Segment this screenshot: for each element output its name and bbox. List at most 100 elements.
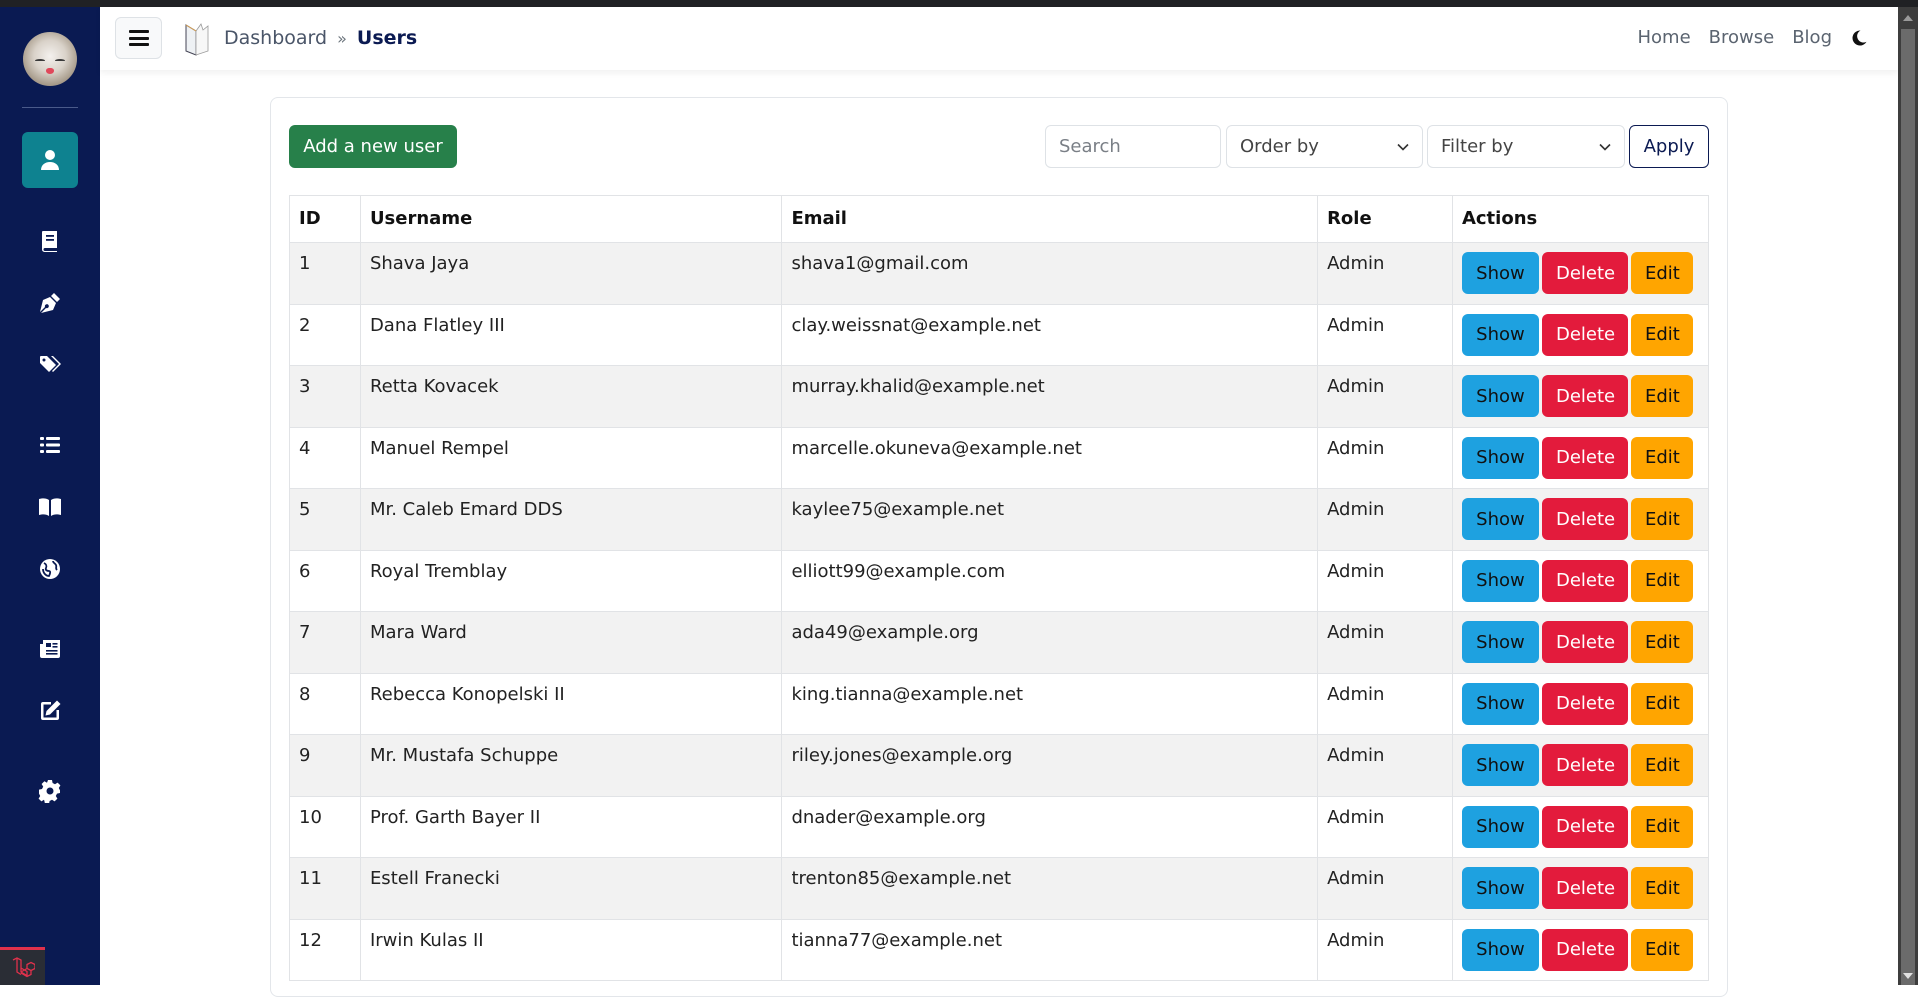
- debugbar-toggle[interactable]: [0, 947, 45, 985]
- sidebar-item-languages[interactable]: [22, 541, 78, 597]
- breadcrumb-dashboard[interactable]: Dashboard: [224, 27, 327, 49]
- cell-actions: Show Delete Edit: [1451, 672, 1710, 735]
- scrollbar-thumb[interactable]: [1901, 29, 1915, 985]
- show-button[interactable]: Show: [1461, 928, 1539, 971]
- edit-button[interactable]: Edit: [1630, 252, 1693, 294]
- column-header-username: Username: [359, 195, 783, 243]
- order-by-select[interactable]: Order by: [1226, 125, 1423, 168]
- delete-button[interactable]: Delete: [1541, 559, 1628, 602]
- dark-mode-toggle-icon[interactable]: [1850, 29, 1868, 47]
- tags-icon: [40, 356, 61, 372]
- column-header-id: ID: [289, 195, 361, 243]
- edit-button[interactable]: Edit: [1630, 682, 1693, 725]
- edit-button[interactable]: Edit: [1630, 375, 1693, 417]
- cell-id: 9: [289, 734, 361, 797]
- sidebar-item-library[interactable]: [22, 479, 78, 535]
- cell-actions: Show Delete Edit: [1451, 549, 1710, 612]
- avatar[interactable]: [23, 32, 77, 86]
- delete-button[interactable]: Delete: [1541, 313, 1628, 356]
- delete-button[interactable]: Delete: [1541, 682, 1628, 725]
- delete-button[interactable]: Delete: [1541, 744, 1628, 786]
- table-row: 6 Royal Tremblay elliott99@example.com Admi…: [289, 549, 1710, 612]
- edit-button[interactable]: Edit: [1630, 744, 1693, 786]
- sidebar-item-settings[interactable]: [22, 763, 78, 819]
- cell-role: Admin: [1317, 857, 1453, 920]
- scroll-up-arrow-icon[interactable]: [1903, 15, 1913, 21]
- cell-id: 3: [289, 365, 361, 428]
- cell-id: 8: [289, 672, 361, 735]
- nav-link-browse[interactable]: Browse: [1709, 27, 1775, 48]
- cell-username: Manuel Rempel: [359, 426, 783, 489]
- laravel-icon: [12, 956, 35, 977]
- breadcrumb-separator: »: [337, 28, 347, 48]
- sidebar-item-authors[interactable]: [22, 275, 78, 331]
- users-table: ID Username Email Role Actions 1 Shava Ja…: [289, 195, 1710, 981]
- cell-id: 12: [289, 918, 361, 981]
- edit-button[interactable]: Edit: [1630, 313, 1693, 356]
- breadcrumb-current: Users: [356, 27, 418, 49]
- show-button[interactable]: Show: [1461, 805, 1539, 848]
- delete-button[interactable]: Delete: [1541, 375, 1628, 417]
- cell-username: Dana Flatley III: [359, 303, 783, 366]
- show-button[interactable]: Show: [1461, 867, 1539, 909]
- edit-button[interactable]: Edit: [1630, 436, 1693, 479]
- sidebar-item-users[interactable]: [22, 132, 78, 188]
- page-scrollbar[interactable]: [1898, 7, 1918, 985]
- sidebar-toggle-button[interactable]: [115, 17, 162, 59]
- cell-role: Admin: [1317, 795, 1453, 858]
- edit-button[interactable]: Edit: [1630, 559, 1693, 602]
- edit-button[interactable]: Edit: [1630, 867, 1693, 909]
- show-button[interactable]: Show: [1461, 621, 1539, 663]
- delete-button[interactable]: Delete: [1541, 805, 1628, 848]
- delete-button[interactable]: Delete: [1541, 252, 1628, 294]
- table-header-row: ID Username Email Role Actions: [289, 195, 1710, 243]
- show-button[interactable]: Show: [1461, 744, 1539, 786]
- nav-link-blog[interactable]: Blog: [1792, 27, 1832, 48]
- sidebar-item-categories[interactable]: [22, 417, 78, 473]
- edit-button[interactable]: Edit: [1630, 928, 1693, 971]
- search-input[interactable]: [1045, 125, 1221, 168]
- nav-link-home[interactable]: Home: [1638, 27, 1691, 48]
- add-user-button[interactable]: Add a new user: [289, 125, 457, 168]
- cell-username: Retta Kovacek: [359, 365, 783, 428]
- show-button[interactable]: Show: [1461, 498, 1539, 540]
- delete-button[interactable]: Delete: [1541, 621, 1628, 663]
- cell-role: Admin: [1317, 734, 1453, 797]
- pen-nib-icon: [40, 293, 60, 313]
- scroll-down-arrow-icon[interactable]: [1903, 973, 1913, 979]
- edit-button[interactable]: Edit: [1630, 805, 1693, 848]
- edit-button[interactable]: Edit: [1630, 621, 1693, 663]
- open-book-icon: [39, 498, 61, 516]
- show-button[interactable]: Show: [1461, 436, 1539, 479]
- edit-button[interactable]: Edit: [1630, 498, 1693, 540]
- show-button[interactable]: Show: [1461, 313, 1539, 356]
- cell-username: Mr. Mustafa Schuppe: [359, 734, 783, 797]
- filter-by-select[interactable]: Filter by: [1427, 125, 1625, 168]
- sidebar-item-news[interactable]: [22, 621, 78, 677]
- show-button[interactable]: Show: [1461, 559, 1539, 602]
- breadcrumb: Dashboard » Users: [224, 27, 417, 49]
- delete-button[interactable]: Delete: [1541, 867, 1628, 909]
- sidebar-item-posts[interactable]: [22, 683, 78, 739]
- sidebar-item-books[interactable]: [22, 213, 78, 269]
- cell-username: Shava Jaya: [359, 242, 783, 305]
- delete-button[interactable]: Delete: [1541, 436, 1628, 479]
- browser-top-strip: [0, 0, 1918, 7]
- table-row: 10 Prof. Garth Bayer II dnader@example.org…: [289, 795, 1710, 858]
- cell-id: 1: [289, 242, 361, 305]
- delete-button[interactable]: Delete: [1541, 498, 1628, 540]
- cell-id: 2: [289, 303, 361, 366]
- cell-actions: Show Delete Edit: [1451, 426, 1710, 489]
- show-button[interactable]: Show: [1461, 252, 1539, 294]
- cell-email: kaylee75@example.net: [781, 488, 1319, 551]
- cell-username: Irwin Kulas II: [359, 918, 783, 981]
- show-button[interactable]: Show: [1461, 682, 1539, 725]
- cell-actions: Show Delete Edit: [1451, 611, 1710, 674]
- show-button[interactable]: Show: [1461, 375, 1539, 417]
- apply-button[interactable]: Apply: [1629, 125, 1709, 168]
- cell-role: Admin: [1317, 549, 1453, 612]
- cell-username: Royal Tremblay: [359, 549, 783, 612]
- avatar-eye: [55, 59, 65, 62]
- delete-button[interactable]: Delete: [1541, 928, 1628, 971]
- sidebar-item-tags[interactable]: [22, 337, 78, 393]
